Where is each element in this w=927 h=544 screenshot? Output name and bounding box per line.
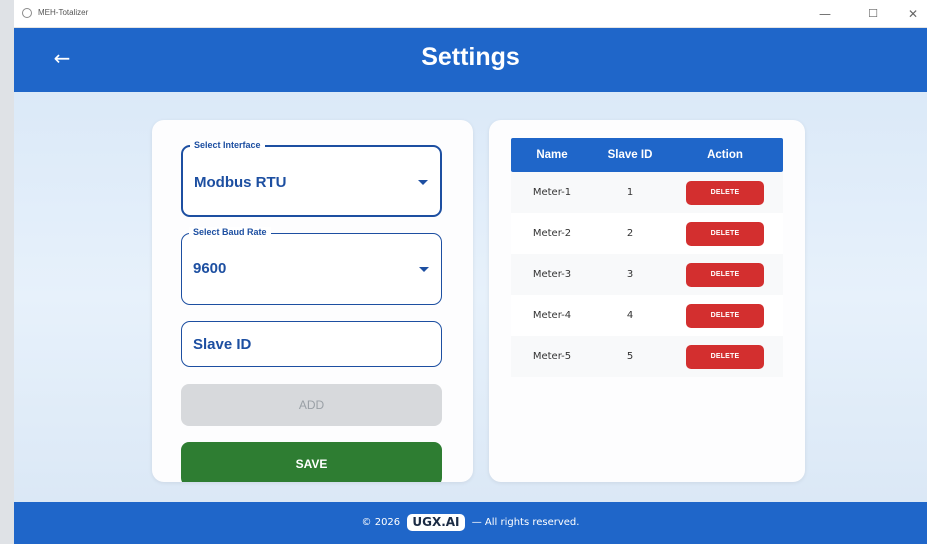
app-header: ← Settings — [14, 28, 927, 92]
delete-button[interactable]: DELETE — [686, 344, 764, 369]
row-slave-id: 2 — [626, 228, 634, 239]
table-row: Meter-2 2 DELETE — [511, 213, 783, 254]
row-slave-id: 4 — [626, 310, 634, 321]
settings-form-card: Select Interface Modbus RTU Select Baud … — [152, 120, 473, 482]
row-name: Meter-5 — [532, 351, 572, 362]
delete-button[interactable]: DELETE — [686, 221, 764, 246]
column-header-action: Action — [707, 149, 743, 161]
add-button[interactable]: ADD — [181, 384, 442, 426]
window-title: MEH-Totalizer — [38, 8, 89, 17]
slaves-table-card: Name Slave ID Action Meter-1 1 DELETE Me… — [489, 120, 805, 482]
baud-rate-select-value: 9600 — [193, 260, 227, 277]
table-row: Meter-3 3 DELETE — [511, 254, 783, 295]
slaves-table: Name Slave ID Action Meter-1 1 DELETE Me… — [511, 138, 783, 377]
column-header-name: Name — [536, 149, 568, 161]
page-title: Settings — [421, 43, 520, 71]
delete-button[interactable]: DELETE — [686, 180, 764, 205]
save-button[interactable]: SAVE — [181, 442, 442, 482]
interface-select-label: Select Interface — [190, 140, 265, 150]
maximize-button[interactable]: ☐ — [858, 4, 888, 24]
slave-id-placeholder: Slave ID — [193, 336, 252, 353]
minimize-button[interactable]: — — [810, 4, 840, 24]
slave-id-input[interactable]: Slave ID — [181, 321, 442, 367]
window-edge — [0, 0, 14, 544]
main-content: Select Interface Modbus RTU Select Baud … — [14, 92, 927, 502]
delete-button[interactable]: DELETE — [686, 303, 764, 328]
close-button[interactable]: ✕ — [898, 4, 927, 24]
interface-select-value: Modbus RTU — [194, 174, 287, 191]
table-row: Meter-4 4 DELETE — [511, 295, 783, 336]
table-row: Meter-5 5 DELETE — [511, 336, 783, 377]
baud-rate-select[interactable]: Select Baud Rate 9600 — [181, 227, 442, 305]
row-name: Meter-3 — [532, 269, 572, 280]
window-titlebar: MEH-Totalizer — ☐ ✕ — [14, 0, 927, 28]
chevron-down-icon — [419, 267, 429, 272]
footer-text: © 2026 UGX.AI — All rights reserved. — [14, 514, 927, 531]
row-slave-id: 5 — [626, 351, 634, 362]
row-slave-id: 1 — [626, 187, 634, 198]
interface-select[interactable]: Select Interface Modbus RTU — [181, 140, 442, 217]
delete-button[interactable]: DELETE — [686, 262, 764, 287]
row-name: Meter-4 — [532, 310, 572, 321]
column-header-slave-id: Slave ID — [607, 149, 653, 161]
table-header: Name Slave ID Action — [511, 138, 783, 172]
app-icon — [22, 8, 32, 18]
chevron-down-icon — [418, 180, 428, 185]
baud-rate-select-label: Select Baud Rate — [189, 227, 271, 237]
row-slave-id: 3 — [626, 269, 634, 280]
table-row: Meter-1 1 DELETE — [511, 172, 783, 213]
app-footer: © 2026 UGX.AI — All rights reserved. — [14, 502, 927, 544]
rights-text: — All rights reserved. — [471, 517, 580, 528]
copyright-text: © 2026 — [361, 517, 401, 528]
brand-logo: UGX.AI — [407, 514, 465, 531]
row-name: Meter-1 — [532, 187, 572, 198]
row-name: Meter-2 — [532, 228, 572, 239]
